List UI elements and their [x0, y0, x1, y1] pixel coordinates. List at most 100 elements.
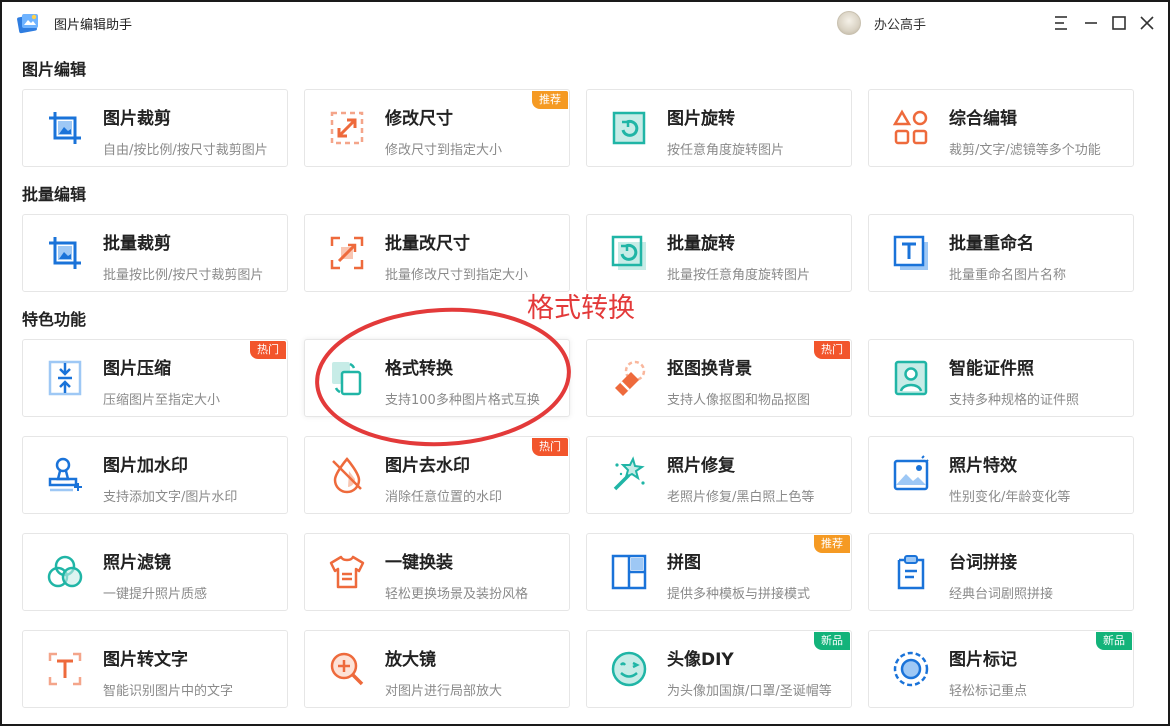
card-batch-rename[interactable]: 批量重命名 批量重命名图片名称: [868, 214, 1134, 292]
card-desc: 性别变化/年龄变化等: [949, 490, 1071, 505]
card-photo-restore[interactable]: 照片修复 老照片修复/黑白照上色等: [586, 436, 852, 514]
section-title-image-edit: 图片编辑: [22, 60, 87, 79]
card-desc: 批量按任意角度旋转图片: [667, 268, 811, 283]
target-icon: [891, 649, 931, 689]
card-composite-edit[interactable]: 综合编辑 裁剪/文字/滤镜等多个功能: [868, 89, 1134, 167]
card-desc: 支持添加文字/图片水印: [103, 490, 238, 505]
magic-wand-icon: [609, 455, 649, 495]
card-desc: 自由/按比例/按尺寸裁剪图片: [103, 143, 268, 158]
card-image-crop[interactable]: 图片裁剪 自由/按比例/按尺寸裁剪图片: [22, 89, 288, 167]
card-title: 照片特效: [949, 456, 1017, 476]
card-desc: 老照片修复/黑白照上色等: [667, 490, 815, 505]
card-photo-filter[interactable]: 照片滤镜 一键提升照片质感: [22, 533, 288, 611]
card-title: 图片旋转: [667, 109, 735, 129]
shapes-icon: [891, 108, 931, 148]
card-desc: 为头像加国旗/口罩/圣诞帽等: [667, 684, 832, 699]
card-desc: 消除任意位置的水印: [385, 490, 503, 505]
app-window: 图片编辑助手 办公高手 图片编辑 批量编辑 特色功能 图片裁剪 自由/按比例/按…: [0, 0, 1170, 726]
ocr-icon: [45, 649, 85, 689]
card-add-watermark[interactable]: 图片加水印 支持添加文字/图片水印: [22, 436, 288, 514]
card-outfit-change[interactable]: 一键换装 轻松更换场景及装扮风格: [304, 533, 570, 611]
card-desc: 经典台词剧照拼接: [949, 587, 1054, 602]
card-image-to-text[interactable]: 图片转文字 智能识别图片中的文字: [22, 630, 288, 708]
collage-icon: [609, 552, 649, 592]
card-magnifier[interactable]: 放大镜 对图片进行局部放大: [304, 630, 570, 708]
card-desc: 轻松更换场景及装扮风格: [385, 587, 529, 602]
filter-icon: [45, 552, 85, 592]
card-image-mark[interactable]: 图片标记 轻松标记重点 新品: [868, 630, 1134, 708]
card-title: 图片裁剪: [103, 109, 171, 129]
badge-recommend: 推荐: [814, 535, 850, 553]
card-cutout-background[interactable]: 抠图换背景 支持人像抠图和物品抠图 热门: [586, 339, 852, 417]
no-drop-icon: [327, 455, 367, 495]
title-bar: 图片编辑助手 办公高手: [2, 2, 1168, 44]
minimize-button[interactable]: [1080, 12, 1102, 34]
card-title: 一键换装: [385, 553, 453, 573]
tshirt-icon: [327, 552, 367, 592]
minimize-icon: [1085, 22, 1097, 24]
card-title: 图片压缩: [103, 359, 171, 379]
resize-icon: [327, 108, 367, 148]
card-title: 照片修复: [667, 456, 735, 476]
card-desc: 压缩图片至指定大小: [103, 393, 221, 408]
card-title: 图片去水印: [385, 456, 470, 476]
annotation-ellipse: [315, 307, 571, 447]
card-title: 图片加水印: [103, 456, 188, 476]
stamp-icon: [45, 455, 85, 495]
card-title: 抠图换背景: [667, 359, 752, 379]
card-title: 拼图: [667, 553, 701, 573]
card-title: 批量改尺寸: [385, 234, 470, 254]
card-title: 台词拼接: [949, 553, 1017, 573]
landscape-icon: [891, 455, 931, 495]
rotate-icon: [609, 108, 649, 148]
card-title: 放大镜: [385, 650, 436, 670]
card-avatar-diy[interactable]: 头像DIY 为头像加国旗/口罩/圣诞帽等 新品: [586, 630, 852, 708]
smile-icon: [609, 649, 649, 689]
card-title: 头像DIY: [667, 650, 734, 670]
card-desc: 按任意角度旋转图片: [667, 143, 785, 158]
card-resize[interactable]: 修改尺寸 修改尺寸到指定大小 推荐: [304, 89, 570, 167]
clipboard-icon: [891, 552, 931, 592]
menu-button[interactable]: [1050, 12, 1072, 34]
card-photo-effects[interactable]: 照片特效 性别变化/年龄变化等: [868, 436, 1134, 514]
card-desc: 修改尺寸到指定大小: [385, 143, 503, 158]
badge-new: 新品: [1096, 632, 1132, 650]
eraser-icon: [609, 358, 649, 398]
card-collage[interactable]: 拼图 提供多种模板与拼接模式 推荐: [586, 533, 852, 611]
card-caption-stitch[interactable]: 台词拼接 经典台词剧照拼接: [868, 533, 1134, 611]
card-batch-resize[interactable]: 批量改尺寸 批量修改尺寸到指定大小: [304, 214, 570, 292]
avatar[interactable]: [837, 11, 861, 35]
section-title-features: 特色功能: [22, 310, 87, 329]
app-logo-icon: [17, 14, 38, 34]
user-name[interactable]: 办公高手: [874, 14, 926, 33]
rename-icon: [891, 233, 931, 273]
badge-hot: 热门: [250, 341, 286, 359]
card-rotate[interactable]: 图片旋转 按任意角度旋转图片: [586, 89, 852, 167]
card-desc: 批量按比例/按尺寸裁剪图片: [103, 268, 264, 283]
badge-new: 新品: [814, 632, 850, 650]
app-title: 图片编辑助手: [54, 18, 133, 33]
section-title-batch-edit: 批量编辑: [22, 185, 87, 204]
card-desc: 批量修改尺寸到指定大小: [385, 268, 529, 283]
zoom-icon: [327, 649, 367, 689]
card-title: 智能证件照: [949, 359, 1034, 379]
batch-crop-icon: [45, 233, 85, 273]
card-batch-crop[interactable]: 批量裁剪 批量按比例/按尺寸裁剪图片: [22, 214, 288, 292]
menu-icon: [1055, 16, 1067, 30]
card-title: 批量旋转: [667, 234, 735, 254]
card-desc: 轻松标记重点: [949, 684, 1028, 699]
card-batch-rotate[interactable]: 批量旋转 批量按任意角度旋转图片: [586, 214, 852, 292]
batch-resize-icon: [327, 233, 367, 273]
card-id-photo[interactable]: 智能证件照 支持多种规格的证件照: [868, 339, 1134, 417]
card-desc: 批量重命名图片名称: [949, 268, 1067, 283]
id-photo-icon: [891, 358, 931, 398]
card-title: 图片转文字: [103, 650, 188, 670]
compress-icon: [45, 358, 85, 398]
crop-icon: [45, 108, 85, 148]
card-title: 照片滤镜: [103, 553, 171, 573]
close-button[interactable]: [1136, 12, 1158, 34]
card-desc: 对图片进行局部放大: [385, 684, 503, 699]
maximize-button[interactable]: [1108, 12, 1130, 34]
card-compress[interactable]: 图片压缩 压缩图片至指定大小 热门: [22, 339, 288, 417]
card-title: 批量重命名: [949, 234, 1034, 254]
